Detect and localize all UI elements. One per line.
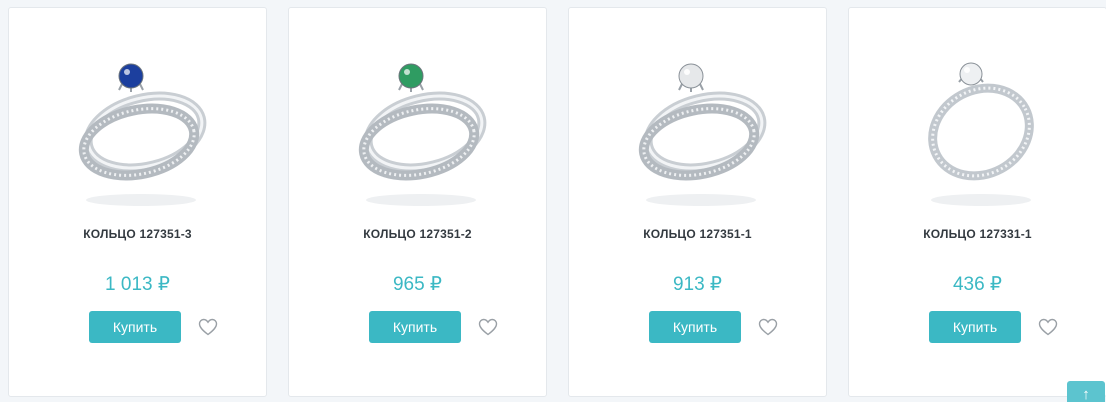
- buy-button[interactable]: Купить: [369, 311, 461, 343]
- product-card: КОЛЬЦО 127351-2 965 ₽ Купить: [288, 7, 547, 397]
- single-ring-image: [928, 62, 1034, 206]
- ring-set-image: [638, 63, 767, 206]
- ring-set-image: [358, 63, 487, 206]
- card-actions: Купить: [369, 311, 498, 343]
- product-title[interactable]: КОЛЬЦО 127351-3: [9, 227, 266, 241]
- product-price: 436 ₽: [952, 274, 1003, 295]
- product-grid: КОЛЬЦО 127351-3 1 013 ₽ Купить КОЛЬЦО 12…: [8, 7, 1106, 397]
- card-actions: Купить: [649, 311, 778, 343]
- card-actions: Купить: [89, 311, 218, 343]
- ring-set-image: [78, 63, 207, 206]
- product-image[interactable]: [889, 30, 1069, 210]
- scroll-top-button[interactable]: ↑: [1067, 381, 1105, 402]
- product-image[interactable]: [329, 30, 509, 210]
- product-image[interactable]: [609, 30, 789, 210]
- heart-outline-icon[interactable]: [198, 318, 218, 336]
- product-image[interactable]: [49, 30, 229, 210]
- buy-button[interactable]: Купить: [929, 311, 1021, 343]
- product-card: КОЛЬЦО 127331-1 436 ₽ Купить: [848, 7, 1106, 397]
- card-actions: Купить: [929, 311, 1058, 343]
- product-card: КОЛЬЦО 127351-1 913 ₽ Купить: [568, 7, 827, 397]
- product-price: 965 ₽: [392, 274, 443, 295]
- buy-button[interactable]: Купить: [89, 311, 181, 343]
- product-card: КОЛЬЦО 127351-3 1 013 ₽ Купить: [8, 7, 267, 397]
- heart-outline-icon[interactable]: [1038, 318, 1058, 336]
- product-price: 1 013 ₽: [105, 274, 170, 295]
- buy-button[interactable]: Купить: [649, 311, 741, 343]
- heart-outline-icon[interactable]: [478, 318, 498, 336]
- product-price: 913 ₽: [672, 274, 723, 295]
- arrow-up-icon: ↑: [1082, 386, 1090, 402]
- heart-outline-icon[interactable]: [758, 318, 778, 336]
- product-title[interactable]: КОЛЬЦО 127331-1: [849, 227, 1106, 241]
- product-title[interactable]: КОЛЬЦО 127351-1: [569, 227, 826, 241]
- product-title[interactable]: КОЛЬЦО 127351-2: [289, 227, 546, 241]
